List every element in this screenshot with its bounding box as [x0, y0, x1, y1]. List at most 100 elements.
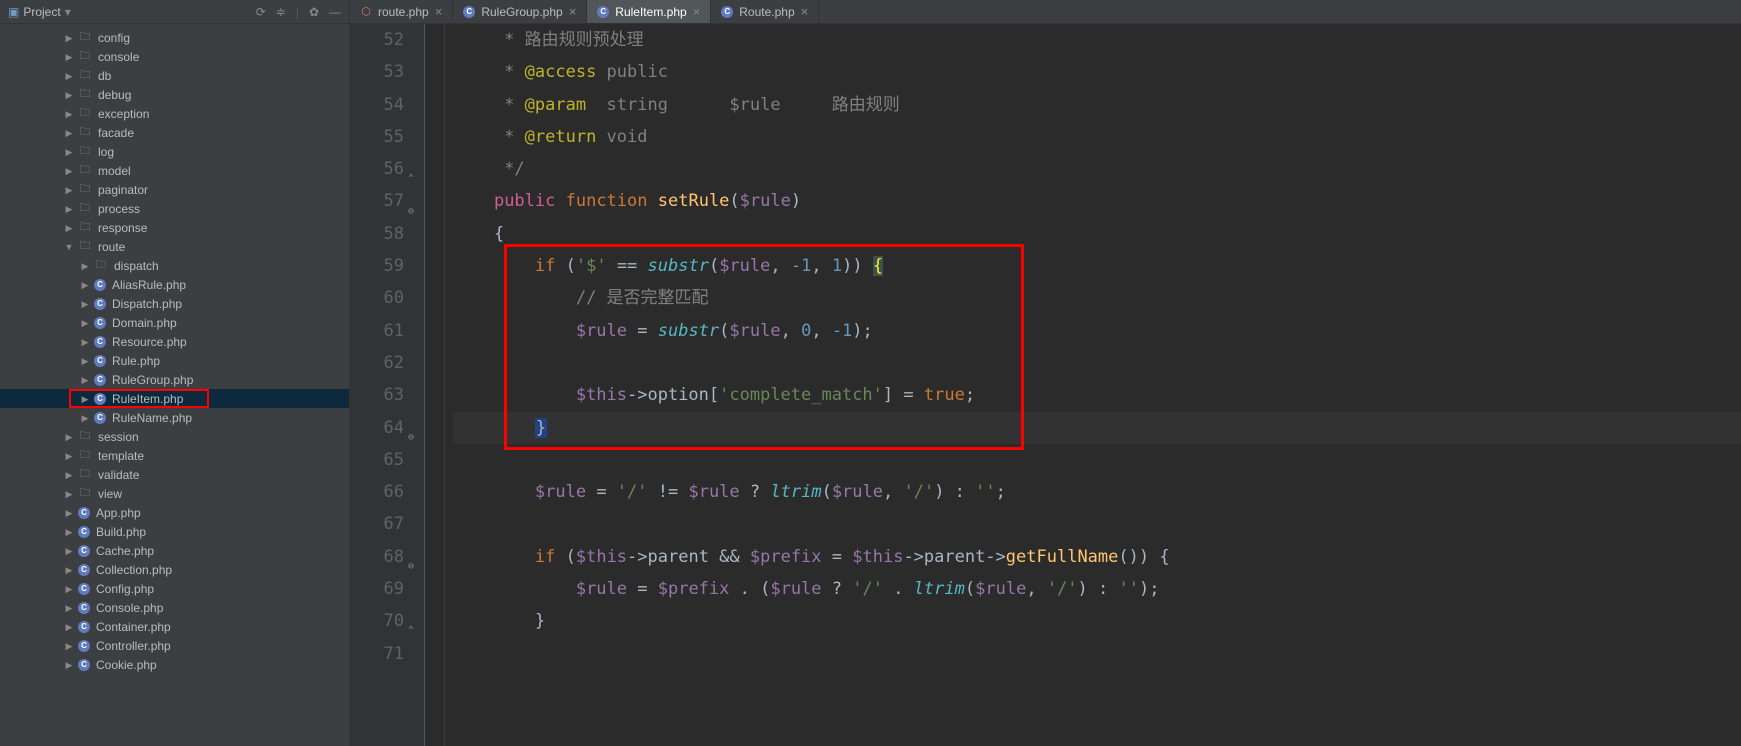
tree-arrow-icon[interactable]: ▶: [80, 356, 90, 366]
tree-arrow-icon[interactable]: ▶: [64, 451, 74, 461]
tree-item[interactable]: ▶🗀console: [0, 47, 349, 66]
tree-arrow-icon[interactable]: ▶: [64, 432, 74, 442]
tree-item[interactable]: ▶🗀debug: [0, 85, 349, 104]
code-area[interactable]: * 路由规则预处理 * @access public * @param stri…: [445, 24, 1741, 746]
tree-item[interactable]: ▶CConfig.php: [0, 579, 349, 598]
tree-item[interactable]: ▶CRuleName.php: [0, 408, 349, 427]
line-number[interactable]: 64: [350, 412, 404, 444]
hide-icon[interactable]: —: [329, 5, 341, 19]
gutter[interactable]: 5253545556575859606162636465666768697071…: [350, 24, 425, 746]
tree-arrow-icon[interactable]: ▶: [80, 299, 90, 309]
tree-arrow-icon[interactable]: ▶: [80, 394, 90, 404]
editor-tab[interactable]: CRoute.php×: [711, 0, 819, 23]
code-line[interactable]: if ('$' == substr($rule, -1, 1)) {: [453, 250, 1741, 282]
line-number[interactable]: 60: [350, 282, 404, 314]
code-line[interactable]: public function setRule($rule): [453, 185, 1741, 217]
project-tree[interactable]: ▶🗀config▶🗀console▶🗀db▶🗀debug▶🗀exception▶…: [0, 24, 349, 674]
tree-item[interactable]: ▶🗀model: [0, 161, 349, 180]
tree-item[interactable]: ▶CDomain.php: [0, 313, 349, 332]
code-line[interactable]: $rule = '/' != $rule ? ltrim($rule, '/')…: [453, 476, 1741, 508]
tree-arrow-icon[interactable]: ▶: [64, 71, 74, 81]
code-line[interactable]: * 路由规则预处理: [453, 24, 1741, 56]
line-number[interactable]: 59: [350, 250, 404, 282]
tree-item[interactable]: ▶🗀exception: [0, 104, 349, 123]
tree-arrow-icon[interactable]: ▶: [80, 337, 90, 347]
tree-arrow-icon[interactable]: ▶: [64, 584, 74, 594]
fold-icon[interactable]: ⌃: [408, 163, 414, 195]
line-number[interactable]: 61: [350, 315, 404, 347]
fold-icon[interactable]: ⊖: [408, 551, 414, 583]
tree-arrow-icon[interactable]: ▶: [64, 603, 74, 613]
editor-tab[interactable]: CRuleGroup.php×: [453, 0, 587, 23]
tree-arrow-icon[interactable]: ▶: [64, 33, 74, 43]
tree-item[interactable]: ▶CCache.php: [0, 541, 349, 560]
code-line[interactable]: [453, 508, 1741, 540]
tree-arrow-icon[interactable]: ▶: [64, 223, 74, 233]
tree-arrow-icon[interactable]: ▶: [64, 90, 74, 100]
tree-item[interactable]: ▶CRuleGroup.php: [0, 370, 349, 389]
tree-arrow-icon[interactable]: ▶: [64, 185, 74, 195]
tree-arrow-icon[interactable]: ▶: [80, 413, 90, 423]
tree-item[interactable]: ▶🗀validate: [0, 465, 349, 484]
gear-icon[interactable]: ✿: [309, 5, 319, 19]
tree-arrow-icon[interactable]: ▶: [64, 147, 74, 157]
line-number[interactable]: 66: [350, 476, 404, 508]
tree-arrow-icon[interactable]: ▶: [64, 52, 74, 62]
close-icon[interactable]: ×: [435, 4, 443, 19]
code-line[interactable]: * @return void: [453, 121, 1741, 153]
tree-item[interactable]: ▶🗀log: [0, 142, 349, 161]
tree-item[interactable]: ▶CDispatch.php: [0, 294, 349, 313]
line-number[interactable]: 63: [350, 379, 404, 411]
tree-arrow-icon[interactable]: ▶: [64, 204, 74, 214]
editor-tab[interactable]: CRuleItem.php×: [587, 0, 711, 23]
code-line[interactable]: * @access public: [453, 56, 1741, 88]
line-number[interactable]: 52: [350, 24, 404, 56]
fold-icon[interactable]: ⊖: [408, 196, 414, 228]
code-line[interactable]: if ($this->parent && $prefix = $this->pa…: [453, 541, 1741, 573]
fold-icon[interactable]: ⊖: [408, 422, 414, 454]
code-line[interactable]: [453, 638, 1741, 670]
close-icon[interactable]: ×: [693, 4, 701, 19]
line-number[interactable]: 71: [350, 638, 404, 670]
tree-arrow-icon[interactable]: ▶: [80, 280, 90, 290]
tree-item[interactable]: ▶🗀process: [0, 199, 349, 218]
collapse-icon[interactable]: ≑: [276, 5, 286, 19]
tree-item[interactable]: ▶CBuild.php: [0, 522, 349, 541]
tree-item[interactable]: ▶CConsole.php: [0, 598, 349, 617]
code-line[interactable]: [453, 347, 1741, 379]
tree-item[interactable]: ▶🗀template: [0, 446, 349, 465]
code-line[interactable]: * @param string $rule 路由规则: [453, 89, 1741, 121]
code-line[interactable]: $this->option['complete_match'] = true;: [453, 379, 1741, 411]
tree-item[interactable]: ▶🗀paginator: [0, 180, 349, 199]
tree-item[interactable]: ▶CController.php: [0, 636, 349, 655]
tree-arrow-icon[interactable]: ▶: [64, 128, 74, 138]
tree-arrow-icon[interactable]: ▶: [64, 622, 74, 632]
line-number[interactable]: 69: [350, 573, 404, 605]
tree-item[interactable]: ▶CCollection.php: [0, 560, 349, 579]
code-line[interactable]: }: [453, 412, 1741, 444]
line-number[interactable]: 53: [350, 56, 404, 88]
tree-item[interactable]: ▶CRuleItem.php: [0, 389, 349, 408]
tree-arrow-icon[interactable]: ▶: [64, 508, 74, 518]
fold-icon[interactable]: ⌃: [408, 615, 414, 647]
sync-icon[interactable]: ⟳: [256, 5, 266, 19]
line-number[interactable]: 55: [350, 121, 404, 153]
tree-arrow-icon[interactable]: ▶: [64, 470, 74, 480]
dropdown-icon[interactable]: ▾: [65, 5, 71, 19]
code-line[interactable]: */: [453, 153, 1741, 185]
tree-arrow-icon[interactable]: ▶: [80, 318, 90, 328]
tree-arrow-icon[interactable]: ▶: [64, 546, 74, 556]
tree-item[interactable]: ▶🗀dispatch: [0, 256, 349, 275]
tree-item[interactable]: ▶CCookie.php: [0, 655, 349, 674]
tree-arrow-icon[interactable]: ▶: [64, 660, 74, 670]
tree-arrow-icon[interactable]: ▶: [64, 489, 74, 499]
tree-item[interactable]: ▶🗀session: [0, 427, 349, 446]
line-number[interactable]: 58: [350, 218, 404, 250]
close-icon[interactable]: ×: [801, 4, 809, 19]
line-number[interactable]: 67: [350, 508, 404, 540]
close-icon[interactable]: ×: [569, 4, 577, 19]
project-tool-label[interactable]: Project: [23, 5, 60, 19]
tree-item[interactable]: ▶CResource.php: [0, 332, 349, 351]
line-number[interactable]: 56: [350, 153, 404, 185]
tree-arrow-icon[interactable]: ▶: [64, 527, 74, 537]
